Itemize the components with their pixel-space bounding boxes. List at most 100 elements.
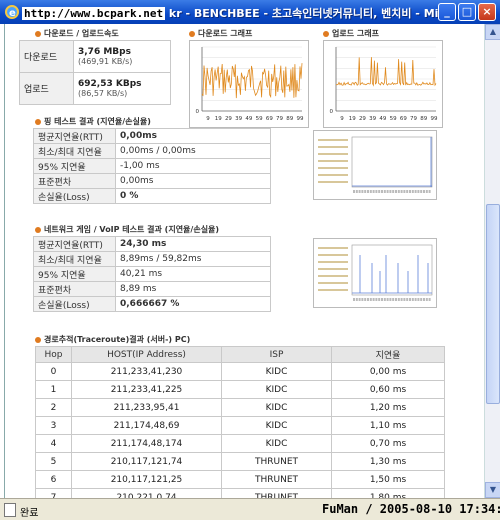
x-tick-label: 89 [420,116,427,122]
ping-label: 95% 지연율 [33,158,116,174]
game-label: 표준편차 [33,281,116,297]
x-tick-label [417,190,420,193]
x-tick-label [414,190,417,193]
ping-value: 0,00ms [115,173,271,189]
x-tick-label [409,190,411,193]
x-tick-label: 9 [206,116,210,122]
table-row: 3 211,174,48,69 KIDC 1,10 ms [35,416,445,435]
x-tick-label: 99 [297,116,304,122]
y-tick-label [318,146,348,148]
x-tick-label [406,298,409,301]
x-tick-label [358,298,361,301]
x-tick-label: 49 [379,116,386,122]
x-tick-label [423,190,425,193]
title-text: kr - BENCHBEE - 초고속인터넷커뮤니티, 벤치비 - Micro.… [168,7,442,20]
table-row: 1 211,233,41,225 KIDC 0,60 ms [35,380,445,399]
scroll-up-icon[interactable]: ▲ [485,24,500,40]
hop-cell: 6 [35,470,72,489]
y-tick-label [318,181,348,183]
ping-value: 0,00ms / 0,00ms [115,143,271,159]
x-tick-label [378,298,381,301]
y-tick-label [318,174,348,176]
download-label: 다운로드 [19,40,74,73]
y-tick-label [318,261,348,263]
x-tick-label [361,298,364,301]
ping-table: 평균지연율(RTT) 0,00ms 최소/최대 지연율 0,00ms / 0,00m… [33,128,271,204]
x-tick-label [395,298,397,301]
x-tick-label: 19 [215,116,222,122]
isp-cell: KIDC [221,416,332,435]
trace-section-title: 경로추적(Traceroute)결과 (서버-) PC) [35,334,190,345]
y-tick-label [318,139,348,141]
host-cell: 211,233,95,41 [71,398,222,417]
status-text: 완료 [20,508,39,519]
ping-label: 최소/최대 지연율 [33,143,116,159]
x-tick-label [355,298,358,301]
page-content: 다운로드 / 업로드속도 다운로드 3,76 MBps (469,91 KB/s… [4,24,484,498]
host-cell: 210,117,121,74 [71,452,222,471]
table-row: 4 211,174,48,174 KIDC 0,70 ms [35,434,445,453]
x-tick-label [417,298,420,301]
y-tick-label [318,275,348,277]
x-tick-label [375,190,378,193]
title-watermark: http://www.bcpark.net [22,7,166,20]
isp-cell: KIDC [221,398,332,417]
ping-label: 손실율(Loss) [33,188,116,204]
window-title-bar[interactable]: e http://www.bcpark.net kr - BENCHBEE - … [0,0,500,24]
game-value: 8,89ms / 59,82ms [115,251,271,267]
x-tick-label [400,190,403,193]
download-graph-svg: 9 19 29 39 49 59 69 79 89 99 0 [196,46,304,122]
game-graph [313,238,437,308]
y-tick-label [318,153,348,155]
minimize-button[interactable]: _ [438,3,456,21]
ping-graph [313,130,437,200]
upload-value-cell: 692,53 KBps (86,57 KB/s) [73,72,171,105]
x-tick-label [409,298,411,301]
vertical-scrollbar[interactable]: ▲ ▼ [484,24,500,498]
close-button[interactable]: × [478,3,496,21]
x-tick-label: 79 [410,116,417,122]
isp-cell: THRUNET [221,470,332,489]
game-value: 40,21 ms [115,266,271,282]
data-line [335,57,437,87]
game-graph-svg [318,244,433,301]
ping-graph-svg [318,136,433,193]
table-row: 7 210,221,0,74 THRUNET 1,80 ms [35,488,445,498]
y-tick-label [318,247,348,249]
x-tick-label: 29 [359,116,366,122]
x-tick-label [428,298,431,301]
x-tick-label [381,190,383,193]
x-tick-label [375,298,378,301]
x-tick-label [364,190,367,193]
x-tick-label [383,190,386,193]
scroll-thumb[interactable] [486,204,500,404]
x-tick-label [386,190,389,193]
x-tick-label [358,190,361,193]
x-tick-label [361,190,364,193]
status-bar: 완료 FuMan / 2005-08-10 17:34:00 [0,498,500,520]
host-cell: 211,174,48,174 [71,434,222,453]
x-tick-label: 69 [266,116,273,122]
column-header: Hop [35,346,72,363]
scroll-down-icon[interactable]: ▼ [485,482,500,498]
y-tick-label [318,289,348,291]
plot-area [351,136,433,188]
host-cell: 211,174,48,69 [71,416,222,435]
x-tick-label [411,190,414,193]
host-cell: 211,233,41,225 [71,380,222,399]
x-tick-label [353,190,355,193]
x-tick-label [406,190,409,193]
game-value: 0,666667 % [115,296,271,312]
ping-value: 0,00ms [115,128,271,144]
y-tick-label [318,254,348,256]
x-tick-label [355,190,358,193]
latency-cell: 1,10 ms [331,416,445,435]
isp-cell: KIDC [221,362,332,381]
page-loaded-icon [4,503,16,517]
maximize-button[interactable]: □ [458,3,476,21]
column-header: 지연율 [331,346,445,363]
download-graph-title: 다운로드 그래프 [189,28,252,39]
x-tick-label [428,190,431,193]
speed-section-title: 다운로드 / 업로드속도 [35,28,119,39]
x-tick-label: 29 [225,116,232,122]
